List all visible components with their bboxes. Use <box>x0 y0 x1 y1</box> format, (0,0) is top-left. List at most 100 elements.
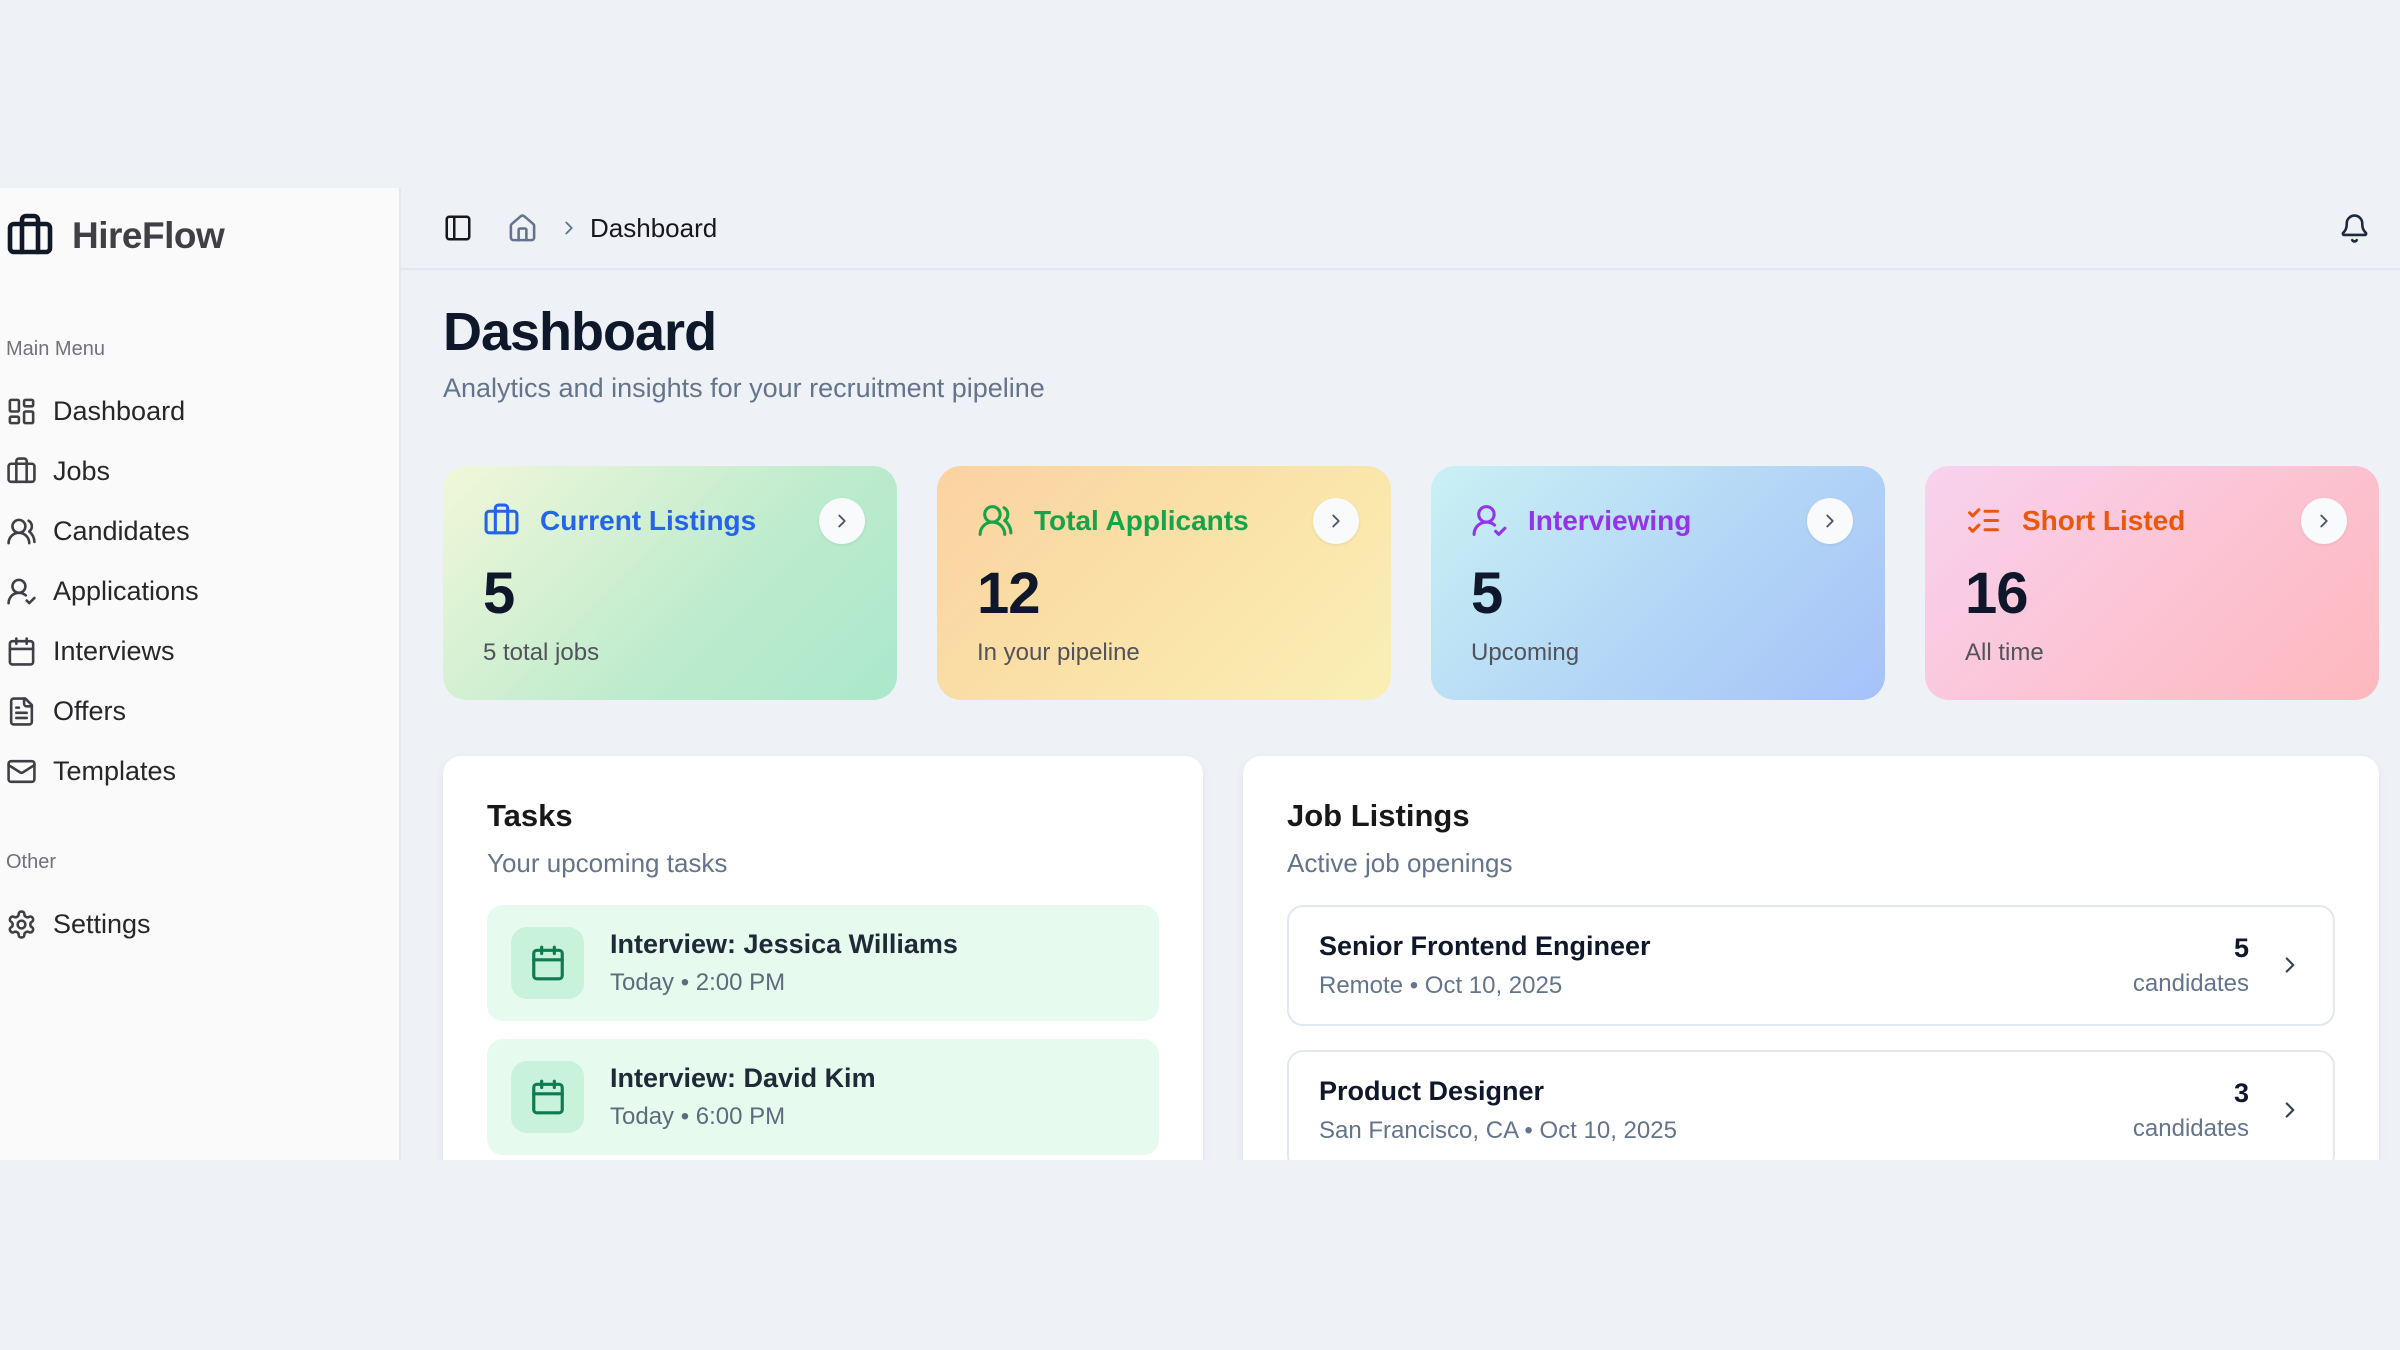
sidebar-item-label: Templates <box>53 756 176 787</box>
stat-card-header: Current Listings <box>483 498 865 544</box>
briefcase-icon <box>483 502 520 539</box>
job-info: Senior Frontend Engineer Remote • Oct 10… <box>1319 931 2133 1000</box>
stat-card-header: Interviewing <box>1471 498 1853 544</box>
sidebar-toggle-button[interactable] <box>443 213 473 243</box>
job-meta: Remote • Oct 10, 2025 <box>1319 972 2133 1000</box>
stat-label: Current Listings <box>540 505 756 537</box>
task-title: Interview: Jessica Williams <box>610 929 958 960</box>
sidebar-item-jobs[interactable]: Jobs <box>4 441 389 501</box>
job-count-label: candidates <box>2133 1115 2249 1143</box>
chevron-right-icon[interactable] <box>2277 952 2303 978</box>
sidebar-item-label: Candidates <box>53 516 190 547</box>
sidebar-item-label: Settings <box>53 909 151 940</box>
sidebar-item-offers[interactable]: Offers <box>4 681 389 741</box>
stat-card-interviewing[interactable]: Interviewing 5 Upcoming <box>1431 466 1885 700</box>
sidebar-section-other: Other <box>4 851 389 874</box>
briefcase-icon <box>6 456 37 487</box>
job-count-value: 3 <box>2133 1078 2249 1109</box>
stat-card-total-applicants[interactable]: Total Applicants 12 In your pipeline <box>937 466 1391 700</box>
stat-card-header: Short Listed <box>1965 498 2347 544</box>
list-checks-icon <box>1965 502 2002 539</box>
tasks-subtitle: Your upcoming tasks <box>487 848 1159 879</box>
bottom-panels: Tasks Your upcoming tasks Interview: Jes… <box>443 756 2379 1160</box>
tasks-title: Tasks <box>487 798 1159 834</box>
stat-value: 5 <box>1471 560 1853 627</box>
task-item[interactable]: Interview: Jessica Williams Today • 2:00… <box>487 905 1159 1021</box>
job-title: Senior Frontend Engineer <box>1319 931 2133 962</box>
sidebar-item-templates[interactable]: Templates <box>4 741 389 801</box>
task-time: Today • 6:00 PM <box>610 1103 876 1131</box>
sidebar-item-label: Jobs <box>53 456 110 487</box>
page-subtitle: Analytics and insights for your recruitm… <box>443 373 2379 404</box>
sidebar-item-applications[interactable]: Applications <box>4 561 389 621</box>
stat-chevron-button[interactable] <box>1313 498 1359 544</box>
bell-icon[interactable] <box>2339 213 2370 244</box>
brand-logo: HireFlow <box>4 212 389 260</box>
stat-value: 12 <box>977 560 1359 627</box>
sidebar-item-label: Dashboard <box>53 396 185 427</box>
stat-value: 5 <box>483 560 865 627</box>
stat-card-short-listed[interactable]: Short Listed 16 All time <box>1925 466 2379 700</box>
users-icon <box>977 502 1014 539</box>
stat-chevron-button[interactable] <box>819 498 865 544</box>
stat-subtext: All time <box>1965 639 2347 667</box>
stat-chevron-button[interactable] <box>1807 498 1853 544</box>
briefcase-logo-icon <box>6 212 54 260</box>
sidebar-item-candidates[interactable]: Candidates <box>4 501 389 561</box>
mail-icon <box>6 756 37 787</box>
calendar-icon <box>511 1061 584 1133</box>
stat-card-header: Total Applicants <box>977 498 1359 544</box>
task-title: Interview: David Kim <box>610 1063 876 1094</box>
sidebar-item-dashboard[interactable]: Dashboard <box>4 381 389 441</box>
home-icon[interactable] <box>473 213 538 244</box>
stat-chevron-button[interactable] <box>2301 498 2347 544</box>
job-listing-row[interactable]: Senior Frontend Engineer Remote • Oct 10… <box>1287 905 2335 1026</box>
stat-subtext: In your pipeline <box>977 639 1359 667</box>
job-listings-title: Job Listings <box>1287 798 2335 834</box>
chevron-right-icon[interactable] <box>2277 1097 2303 1123</box>
file-text-icon <box>6 696 37 727</box>
breadcrumb[interactable]: Dashboard <box>590 213 717 244</box>
job-listings-panel: Job Listings Active job openings Senior … <box>1243 756 2379 1160</box>
stat-label: Interviewing <box>1528 505 1691 537</box>
sidebar-item-interviews[interactable]: Interviews <box>4 621 389 681</box>
page-content: Dashboard Analytics and insights for you… <box>401 270 2400 1160</box>
breadcrumb-chevron-icon <box>538 217 580 239</box>
sidebar-item-settings[interactable]: Settings <box>4 894 389 954</box>
app-window: HireFlow Main Menu Dashboard Jobs Candid… <box>0 188 2400 1160</box>
users-icon <box>6 516 37 547</box>
job-count-value: 5 <box>2133 933 2249 964</box>
topbar: Dashboard <box>401 188 2400 270</box>
user-check-icon <box>1471 502 1508 539</box>
layout-dashboard-icon <box>6 396 37 427</box>
sidebar-item-label: Offers <box>53 696 126 727</box>
job-title: Product Designer <box>1319 1076 2133 1107</box>
job-candidate-count: 5 candidates <box>2133 933 2249 998</box>
task-time: Today • 2:00 PM <box>610 969 958 997</box>
stat-label: Total Applicants <box>1034 505 1249 537</box>
stat-subtext: Upcoming <box>1471 639 1853 667</box>
job-info: Product Designer San Francisco, CA • Oct… <box>1319 1076 2133 1145</box>
job-candidate-count: 3 candidates <box>2133 1078 2249 1143</box>
sidebar-item-label: Applications <box>53 576 199 607</box>
calendar-icon <box>511 927 584 999</box>
tasks-panel: Tasks Your upcoming tasks Interview: Jes… <box>443 756 1203 1160</box>
job-count-label: candidates <box>2133 970 2249 998</box>
stat-subtext: 5 total jobs <box>483 639 865 667</box>
sidebar-section-main-menu: Main Menu <box>4 338 389 361</box>
main-area: Dashboard Dashboard Analytics and insigh… <box>401 188 2400 1160</box>
main-menu-nav: Dashboard Jobs Candidates Applications I… <box>4 381 389 801</box>
sidebar-item-label: Interviews <box>53 636 175 667</box>
stat-card-current-listings[interactable]: Current Listings 5 5 total jobs <box>443 466 897 700</box>
other-nav: Settings <box>4 894 389 954</box>
job-listings-subtitle: Active job openings <box>1287 848 2335 879</box>
sidebar: HireFlow Main Menu Dashboard Jobs Candid… <box>0 188 401 1160</box>
stat-value: 16 <box>1965 560 2347 627</box>
task-item[interactable]: Interview: David Kim Today • 6:00 PM <box>487 1039 1159 1155</box>
brand-name: HireFlow <box>72 215 224 257</box>
gear-icon <box>6 909 37 940</box>
stat-label: Short Listed <box>2022 505 2185 537</box>
calendar-icon <box>6 636 37 667</box>
job-listing-row[interactable]: Product Designer San Francisco, CA • Oct… <box>1287 1050 2335 1160</box>
page-title: Dashboard <box>443 300 2379 365</box>
